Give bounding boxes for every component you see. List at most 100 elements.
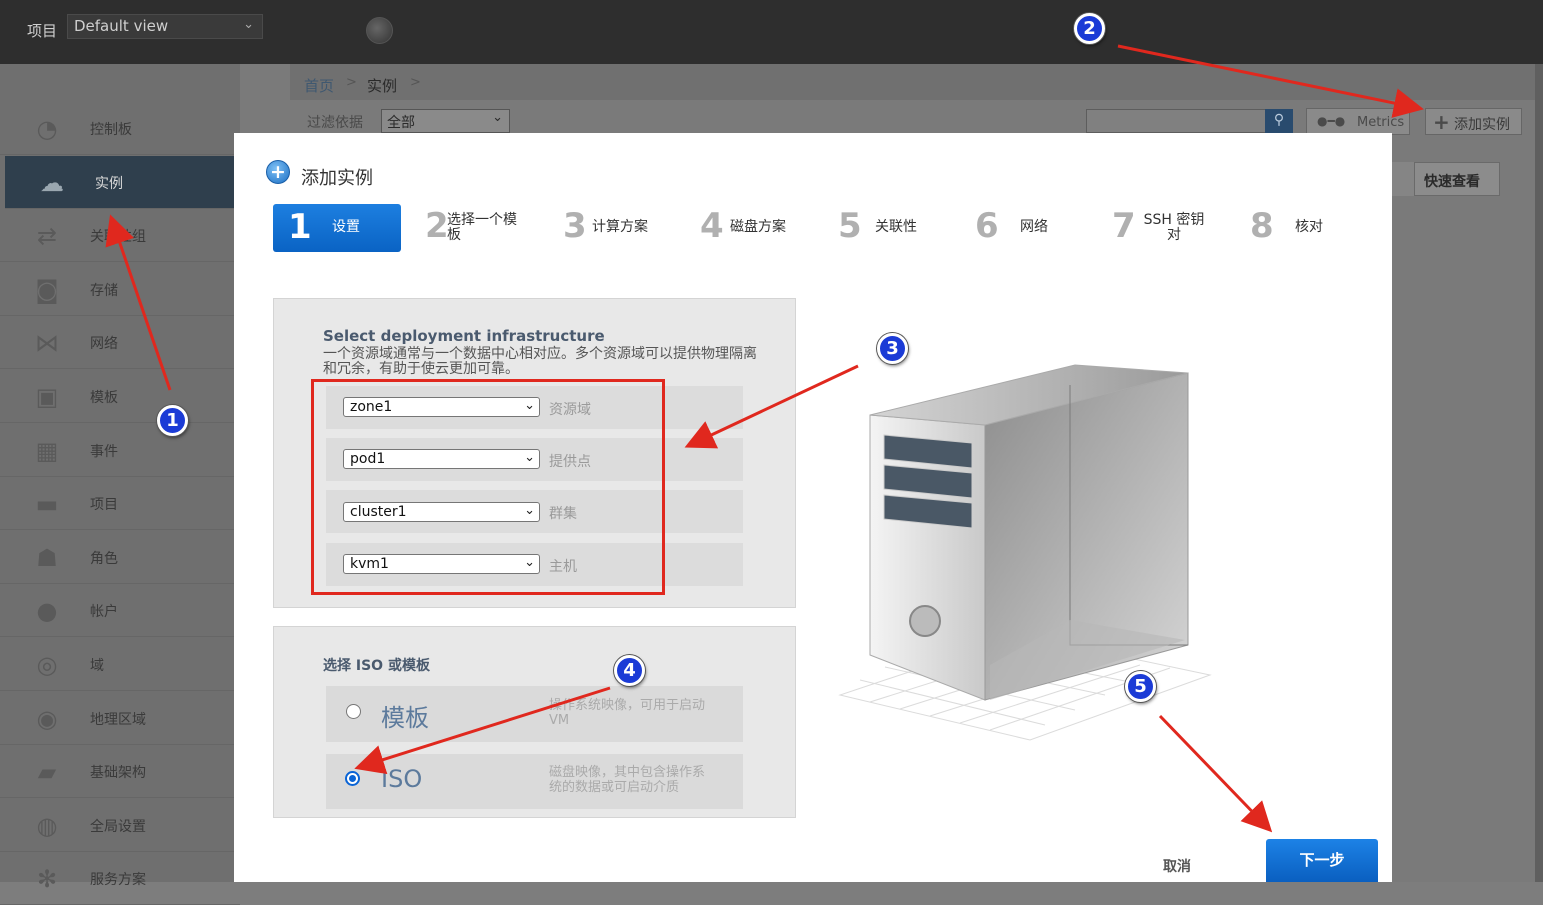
sidebar-item-label: 服务方案 <box>90 872 146 889</box>
step-7-ssh-keypair[interactable]: 7 SSH 密钥对 <box>1112 204 1212 252</box>
sidebar-item-5[interactable]: ⋈ 网络 <box>0 316 240 370</box>
step-6-network[interactable]: 6 网络 <box>975 204 1065 252</box>
sidebar-item-label: 控制板 <box>90 122 132 138</box>
affinity-icon: ⇄ <box>36 222 58 251</box>
dialog-title: 添加实例 <box>301 168 373 189</box>
table-header <box>1392 162 1414 196</box>
sidebar-item-10[interactable]: ● 帐户 <box>0 584 240 638</box>
breadcrumb-sep: > <box>410 75 421 90</box>
disk-icon: ◙ <box>35 275 59 304</box>
filter-select[interactable]: 全部 ⌄ <box>381 109 510 133</box>
metrics-label: Metrics <box>1357 115 1405 130</box>
sidebar-item-6[interactable]: ▣ 模板 <box>0 370 240 423</box>
step-3-compute[interactable]: 3 计算方案 <box>563 204 663 252</box>
sidebar-item-12[interactable]: ◉ 地理区域 <box>0 692 240 745</box>
sidebar-item-label: 地理区域 <box>90 711 146 728</box>
infrastructure-title: Select deployment infrastructure <box>323 327 605 345</box>
project-view-select[interactable]: Default view ⌄ <box>67 14 263 39</box>
metrics-icon: ●━● <box>1317 114 1346 128</box>
sidebar-item-8[interactable]: ▬ 项目 <box>0 477 240 531</box>
add-circle-icon: + <box>266 160 290 184</box>
sidebar-item-13[interactable]: ▰ 基础架构 <box>0 745 240 799</box>
step-label: 网络 <box>1020 219 1048 235</box>
filter-value: 全部 <box>387 115 415 131</box>
sidebar-item-9[interactable]: ☗ 角色 <box>0 531 240 584</box>
sidebar-item-1[interactable]: ◔ 控制板 <box>0 102 240 155</box>
sidebar-item-7[interactable]: ▦ 事件 <box>0 424 240 477</box>
iso-desc-1: 磁盘映像，其中包含操作系 <box>549 765 706 780</box>
sidebar-item-2[interactable]: ☁ 实例 <box>5 155 245 209</box>
step-number: 4 <box>700 206 724 246</box>
sidebar-item-3[interactable]: ⇄ 关联性组 <box>0 209 240 263</box>
breadcrumb-home[interactable]: 首页 <box>304 75 334 96</box>
step-number: 2 <box>425 206 449 246</box>
add-instance-label: 添加实例 <box>1454 117 1510 133</box>
user-icon: ● <box>36 597 58 626</box>
infrastructure-desc-1: 一个资源域通常与一个数据中心相对应。多个资源域可以提供物理隔离 <box>323 346 757 362</box>
roles-icon: ☗ <box>36 543 58 572</box>
annotation-marker-5: 5 <box>1125 671 1156 702</box>
sidebar-item-14[interactable]: ◍ 全局设置 <box>0 799 240 852</box>
project-label: 项目 <box>27 22 58 40</box>
annotation-marker-4: 4 <box>614 655 645 686</box>
folder-icon: ▬ <box>35 490 59 519</box>
step-number: 7 <box>1112 206 1136 246</box>
annotation-marker-1: 1 <box>157 405 188 436</box>
chevron-down-icon: ⌄ <box>492 110 503 125</box>
sidebar-item-label: 关联性组 <box>90 229 146 246</box>
step-number: 8 <box>1250 206 1274 246</box>
sidebar-item-label: 实例 <box>95 175 123 192</box>
domain-icon: ◎ <box>36 651 58 679</box>
sidebar-item-label: 项目 <box>90 497 118 514</box>
template-option-label: 模板 <box>381 704 429 732</box>
sidebar-item-4[interactable]: ◙ 存储 <box>0 263 240 316</box>
step-4-disk[interactable]: 4 磁盘方案 <box>700 204 800 252</box>
sidebar-item-11[interactable]: ◎ 域 <box>0 638 240 691</box>
gear-icon: ✻ <box>36 865 58 894</box>
globe-icon[interactable] <box>366 17 393 44</box>
sidebar-item-label: 角色 <box>90 550 118 567</box>
step-number: 5 <box>838 206 862 246</box>
breadcrumb <box>290 64 1535 100</box>
step-number: 6 <box>975 206 999 246</box>
annotation-marker-3: 3 <box>877 333 908 364</box>
step-label: 关联性 <box>875 219 917 235</box>
scrollbar[interactable] <box>1535 64 1543 882</box>
template-radio[interactable] <box>346 704 361 719</box>
dashboard-icon: ◔ <box>36 115 58 143</box>
settings-globe-icon: ◍ <box>36 811 58 840</box>
sidebar-item-15[interactable]: ✻ 服务方案 <box>0 852 240 905</box>
infrastructure-desc-2: 和冗余，有助于使云更加可靠。 <box>323 361 519 377</box>
step-label: 设置 <box>332 219 360 235</box>
step-number: 1 <box>288 207 312 247</box>
quick-view-header: 快速查看 <box>1414 162 1500 196</box>
sidebar-item-label: 事件 <box>90 443 118 460</box>
step-1-settings[interactable]: 1 设置 <box>273 204 401 252</box>
sidebar-item-label: 域 <box>90 658 104 674</box>
project-view-value: Default view <box>74 17 169 35</box>
step-label: 计算方案 <box>592 219 648 235</box>
cancel-button[interactable]: 取消 <box>1163 856 1191 876</box>
breadcrumb-current: 实例 <box>367 77 398 95</box>
step-label: SSH 密钥对 <box>1143 212 1205 243</box>
step-2-template[interactable]: 2 选择一个模板 <box>425 204 530 252</box>
iso-option-label: ISO <box>381 765 423 793</box>
step-8-review[interactable]: 8 核对 <box>1250 204 1340 252</box>
breadcrumb-sep: > <box>346 75 357 90</box>
metrics-button[interactable]: ●━● Metrics <box>1306 108 1410 135</box>
infrastructure-icon: ▰ <box>37 758 57 787</box>
iso-radio[interactable] <box>345 771 360 786</box>
next-button[interactable]: 下一步 <box>1266 839 1378 882</box>
earth-icon: ◉ <box>36 704 58 733</box>
top-header: 项目 Default view ⌄ <box>0 0 1543 64</box>
search-icon[interactable]: ⚲ <box>1265 109 1293 133</box>
filter-label: 过滤依据 <box>307 115 363 131</box>
server-illustration <box>838 364 1212 741</box>
network-icon: ⋈ <box>35 329 59 358</box>
search-input[interactable] <box>1086 109 1266 133</box>
highlight-box <box>311 379 665 595</box>
step-5-affinity[interactable]: 5 关联性 <box>838 204 928 252</box>
sidebar-item-label: 帐户 <box>90 604 118 621</box>
add-instance-button[interactable]: + 添加实例 <box>1425 108 1522 135</box>
template-desc-2: VM <box>549 713 570 728</box>
